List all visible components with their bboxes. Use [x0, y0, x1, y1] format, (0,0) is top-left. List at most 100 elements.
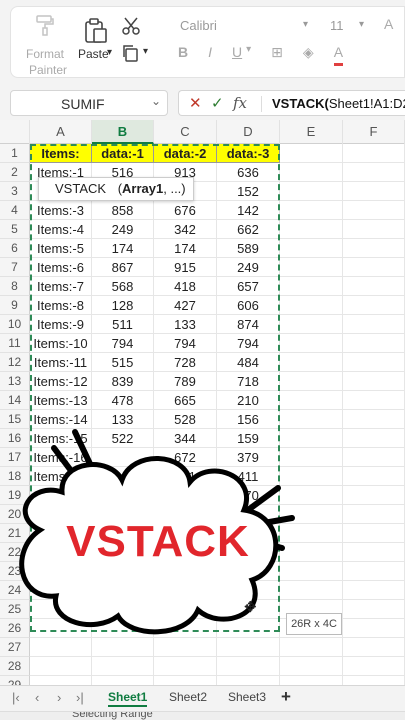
grid-cell[interactable] — [280, 258, 343, 277]
paste-dropdown-icon[interactable]: ▾ — [107, 47, 112, 58]
grid-cell[interactable] — [280, 353, 343, 372]
cut-icon[interactable] — [121, 16, 141, 36]
add-sheet-button[interactable]: + — [281, 687, 291, 707]
grid-cell[interactable] — [30, 676, 92, 685]
grid-cell[interactable] — [343, 391, 405, 410]
column-header-f[interactable]: F — [343, 120, 405, 144]
table-header-cell[interactable]: data:-2 — [154, 144, 217, 163]
value-cell[interactable]: 636 — [217, 163, 280, 182]
column-header-c[interactable]: C — [154, 120, 217, 144]
font-grow-icon[interactable]: A — [384, 16, 393, 32]
value-cell[interactable]: 794 — [92, 334, 154, 353]
next-sheet-icon[interactable]: › — [57, 690, 61, 705]
bold-icon[interactable]: B — [178, 44, 188, 66]
value-cell[interactable]: 418 — [154, 277, 217, 296]
grid-cell[interactable] — [343, 600, 405, 619]
grid-cell[interactable] — [343, 657, 405, 676]
grid-cell[interactable] — [280, 163, 343, 182]
value-cell[interactable]: 174 — [154, 239, 217, 258]
grid-cell[interactable] — [154, 676, 217, 685]
fill-color-icon[interactable]: ◈ — [303, 44, 314, 66]
format-painter-button[interactable]: Format Painter — [20, 12, 72, 78]
value-cell[interactable]: 249 — [92, 220, 154, 239]
value-cell[interactable]: 484 — [217, 353, 280, 372]
value-cell[interactable]: 676 — [154, 201, 217, 220]
grid-cell[interactable] — [280, 144, 343, 163]
row-header[interactable]: 10 — [0, 315, 30, 334]
formula-input[interactable]: ✕ ✓ fx VSTACK(Sheet1!A1:D25 — [178, 90, 405, 116]
grid-cell[interactable] — [92, 676, 154, 685]
cancel-icon[interactable]: ✕ — [189, 94, 202, 112]
underline-icon[interactable]: U — [232, 44, 242, 66]
value-cell[interactable]: 427 — [154, 296, 217, 315]
grid-cell[interactable] — [280, 220, 343, 239]
table-header-cell[interactable]: Items: — [30, 144, 92, 163]
value-cell[interactable]: 858 — [92, 201, 154, 220]
grid-cell[interactable] — [343, 448, 405, 467]
item-label-cell[interactable]: Items:-6 — [30, 258, 92, 277]
row-header[interactable]: 29 — [0, 676, 30, 685]
item-label-cell[interactable]: Items:-3 — [30, 201, 92, 220]
first-sheet-icon[interactable]: |‹ — [12, 690, 20, 705]
paste-button[interactable]: Paste ▾ — [76, 12, 118, 68]
grid-cell[interactable] — [343, 429, 405, 448]
grid-cell[interactable] — [343, 353, 405, 372]
enter-check-icon[interactable]: ✓ — [211, 94, 224, 112]
grid-cell[interactable] — [217, 676, 280, 685]
row-header[interactable]: 14 — [0, 391, 30, 410]
grid-cell[interactable] — [280, 638, 343, 657]
tab-sheet1[interactable]: Sheet1 — [108, 690, 148, 707]
row-header[interactable]: 13 — [0, 372, 30, 391]
column-header-a[interactable]: A — [30, 120, 92, 144]
row-header[interactable]: 2 — [0, 163, 30, 182]
tab-sheet3[interactable]: Sheet3 — [228, 690, 266, 704]
grid-cell[interactable] — [343, 296, 405, 315]
grid-cell[interactable] — [280, 391, 343, 410]
row-header[interactable]: 27 — [0, 638, 30, 657]
table-header-cell[interactable]: data:-1 — [92, 144, 154, 163]
borders-icon[interactable]: ⊞ — [271, 44, 283, 66]
grid-cell[interactable] — [343, 315, 405, 334]
last-sheet-icon[interactable]: ›| — [76, 690, 84, 705]
select-all-corner[interactable] — [0, 120, 30, 144]
grid-cell[interactable] — [343, 239, 405, 258]
grid-cell[interactable] — [343, 676, 405, 685]
grid-cell[interactable] — [343, 581, 405, 600]
grid-cell[interactable] — [280, 334, 343, 353]
value-cell[interactable]: 657 — [217, 277, 280, 296]
value-cell[interactable]: 839 — [92, 372, 154, 391]
column-header-d[interactable]: D — [217, 120, 280, 144]
row-header[interactable]: 5 — [0, 220, 30, 239]
grid-cell[interactable] — [343, 562, 405, 581]
value-cell[interactable]: 152 — [217, 182, 280, 201]
value-cell[interactable]: 728 — [154, 353, 217, 372]
row-header[interactable]: 9 — [0, 296, 30, 315]
grid-cell[interactable] — [343, 410, 405, 429]
grid-cell[interactable] — [343, 220, 405, 239]
item-label-cell[interactable]: Items:-9 — [30, 315, 92, 334]
row-header[interactable]: 4 — [0, 201, 30, 220]
row-header[interactable]: 7 — [0, 258, 30, 277]
grid-cell[interactable] — [343, 543, 405, 562]
item-label-cell[interactable]: Items:-11 — [30, 353, 92, 372]
value-cell[interactable]: 589 — [217, 239, 280, 258]
value-cell[interactable]: 128 — [92, 296, 154, 315]
value-cell[interactable]: 606 — [217, 296, 280, 315]
row-header[interactable]: 3 — [0, 182, 30, 201]
name-box-dropdown-icon[interactable]: ⌄ — [151, 94, 161, 108]
item-label-cell[interactable]: Items:-5 — [30, 239, 92, 258]
insert-function-icon[interactable]: fx — [233, 94, 247, 112]
grid-cell[interactable] — [343, 372, 405, 391]
grid-cell[interactable] — [343, 201, 405, 220]
grid-cell[interactable] — [343, 505, 405, 524]
font-name-select[interactable]: Calibri ▾ — [172, 14, 312, 38]
grid-cell[interactable] — [343, 334, 405, 353]
formula-text[interactable]: VSTACK(Sheet1!A1:D25 — [272, 96, 405, 111]
row-header[interactable]: 6 — [0, 239, 30, 258]
value-cell[interactable]: 342 — [154, 220, 217, 239]
grid-cell[interactable] — [280, 657, 343, 676]
grid-cell[interactable] — [280, 239, 343, 258]
grid-cell[interactable] — [154, 657, 217, 676]
grid-cell[interactable] — [30, 638, 92, 657]
value-cell[interactable]: 249 — [217, 258, 280, 277]
